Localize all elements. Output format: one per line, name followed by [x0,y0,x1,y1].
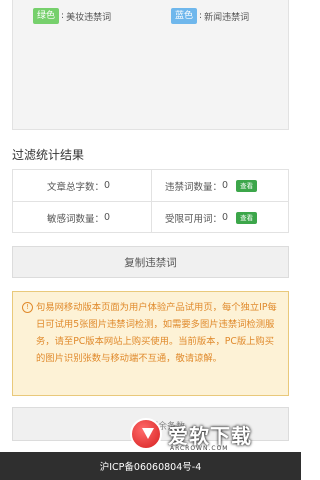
stats-row: 敏感词数量： 0 受限可用词： 0 查看 [13,202,288,233]
stat-sensitive: 敏感词数量： 0 [47,202,110,233]
notice-text: 句易网移动版本页面为用户体验产品试用页，每个独立IP每日可试用5张图片违禁词检测… [36,302,277,364]
notice-box: ! 句易网移动版本页面为用户体验产品试用页，每个独立IP每日可试用5张图片违禁词… [12,291,289,396]
legend-blue: 蓝色 : 新闻违禁词 [171,8,249,24]
stat-label: 违禁词数量： [165,181,223,193]
stat-prohibited: 违禁词数量： 0 查看 [165,170,258,201]
download-logo-icon [130,418,162,450]
green-chip: 绿色 [33,8,60,24]
view-restricted-button[interactable]: 查看 [236,211,258,224]
copy-prohibited-words-button[interactable]: 复制违禁词 [12,246,289,278]
legend-green: 绿色 : 美妆违禁词 [33,8,111,24]
stats-table: 文章总字数： 0 违禁词数量： 0 查看 敏感词数量： 0 受限可用词： 0 查… [12,169,289,233]
icp-footer: 沪ICP备06060804号-4 [0,452,301,480]
stat-value: 0 [222,212,229,223]
stats-row: 文章总字数： 0 违禁词数量： 0 查看 [13,170,288,202]
stat-total-chars: 文章总字数： 0 [47,170,110,201]
view-prohibited-button[interactable]: 查看 [236,179,258,192]
color-legend: 绿色 : 美妆违禁词 蓝色 : 新闻违禁词 [13,8,288,28]
watermark-sub: ARCROWN.COM [170,445,229,452]
blue-chip: 蓝色 [171,8,198,24]
stat-label: 文章总字数： [47,181,105,193]
warning-icon: ! [22,302,33,313]
stat-label: 敏感词数量： [47,213,105,225]
stat-value: 0 [104,180,111,191]
stat-value: 0 [104,212,111,223]
blue-desc: 新闻违禁词 [204,12,250,23]
text-input-area[interactable]: 绿色 : 美妆违禁词 蓝色 : 新闻违禁词 [12,0,289,130]
green-desc: 美妆违禁词 [66,12,112,23]
stats-title: 过滤统计结果 [12,148,85,162]
stat-restricted: 受限可用词： 0 查看 [165,202,258,233]
stat-label: 受限可用词： [165,213,223,225]
stat-value: 0 [222,180,229,191]
